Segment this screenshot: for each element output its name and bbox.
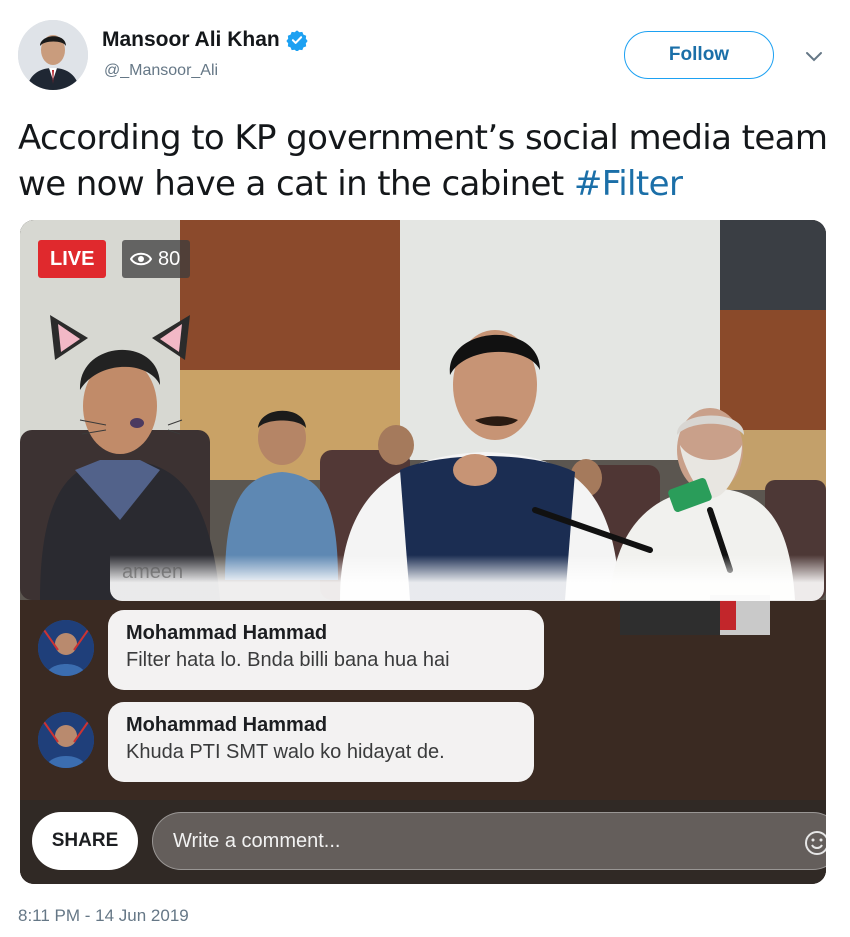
eye-icon xyxy=(130,252,152,266)
commenter-avatar[interactable] xyxy=(38,712,94,768)
live-video-player[interactable]: LIVE 80 ameen Mohammad Hammad Filter hat… xyxy=(20,220,826,884)
tweet-body: According to KP government’s social medi… xyxy=(18,118,828,204)
tweet-header: Mansoor Ali Khan @_Mansoor_Ali Follow xyxy=(0,0,850,100)
hashtag-link[interactable]: #Filter xyxy=(574,164,683,204)
viewer-count-badge: 80 xyxy=(122,240,191,278)
comment-input[interactable] xyxy=(152,812,826,870)
chevron-down-icon[interactable] xyxy=(804,50,824,64)
live-badge: LIVE xyxy=(38,240,107,278)
tweet-timestamp[interactable]: 8:11 PM - 14 Jun 2019 xyxy=(18,906,189,926)
author-avatar[interactable] xyxy=(18,20,88,90)
video-frame xyxy=(20,220,826,884)
comment-text: Filter hata lo. Bnda billi bana hua hai xyxy=(126,649,450,671)
video-bottom-bar: SHARE xyxy=(20,800,826,884)
share-button[interactable]: SHARE xyxy=(32,812,138,870)
comment-bubble: Mohammad Hammad Khuda PTI SMT walo ko hi… xyxy=(108,702,534,782)
follow-button[interactable]: Follow xyxy=(624,31,774,79)
verified-badge-icon xyxy=(286,30,308,51)
faded-comment: ameen xyxy=(110,555,824,601)
emoji-icon[interactable] xyxy=(804,830,826,856)
comment-bubble: Mohammad Hammad Filter hata lo. Bnda bil… xyxy=(108,610,544,690)
commenter-avatar[interactable] xyxy=(38,620,94,676)
viewer-count: 80 xyxy=(158,248,181,270)
commenter-name[interactable]: Mohammad Hammad xyxy=(126,620,526,646)
author-handle[interactable]: @_Mansoor_Ali xyxy=(104,62,218,80)
comment-text: Khuda PTI SMT walo ko hidayat de. xyxy=(126,741,445,763)
commenter-name[interactable]: Mohammad Hammad xyxy=(126,712,516,738)
tweet-text: According to KP government’s social medi… xyxy=(18,115,828,207)
author-display-name[interactable]: Mansoor Ali Khan xyxy=(102,28,280,52)
